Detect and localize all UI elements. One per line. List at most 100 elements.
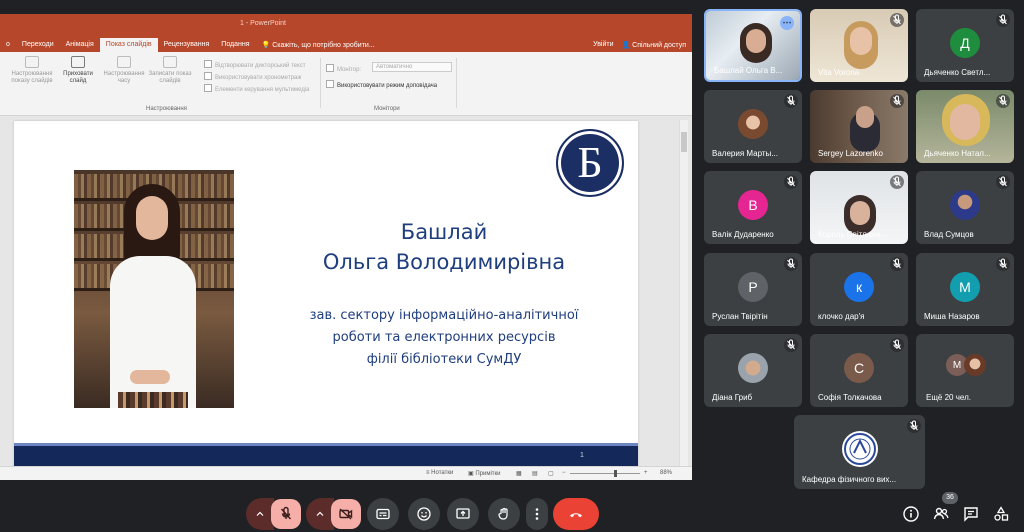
emoji-button[interactable] (408, 498, 440, 530)
participant-tile[interactable]: Король Світлана... (810, 171, 908, 244)
avatar: к (844, 272, 874, 302)
mic-off-icon (890, 338, 904, 352)
rehearse-timings-button[interactable]: Настроювання часу (102, 56, 146, 85)
ppt-tab-animations[interactable]: Анімація (60, 38, 100, 52)
comments-label: Примітки (475, 471, 501, 477)
present-screen-icon (456, 508, 470, 519)
hide-slide-button[interactable]: Приховати слайд (56, 56, 100, 85)
department-logo-icon (844, 433, 876, 465)
ppt-tab-transitions[interactable]: Переходи (16, 38, 60, 52)
hang-up-icon (570, 513, 582, 518)
participant-tile[interactable]: С Софія Толкачова (810, 334, 908, 407)
participant-tile[interactable]: В Валік Дударенко (704, 171, 802, 244)
participant-name: Діана Гриб (712, 393, 753, 402)
activities-button[interactable] (992, 505, 1010, 523)
ppt-tab-view[interactable]: Подання (215, 38, 255, 52)
participant-tile[interactable]: к клочко дар'я (810, 253, 908, 326)
participant-name: клочко дар'я (818, 312, 865, 321)
media-controls-checkbox[interactable]: Елементи керування мультимедіа (204, 84, 310, 93)
participant-tile[interactable]: Р Руслан Твірітін (704, 253, 802, 326)
meeting-info-button[interactable] (902, 505, 920, 523)
ppt-sign-in[interactable]: Увійти (593, 41, 613, 49)
normal-view-icon[interactable]: ▦ (516, 470, 522, 477)
mic-off-icon (890, 94, 904, 108)
ppt-tab-0[interactable]: о (0, 38, 16, 52)
ppt-tell-me[interactable]: 💡 Скажіть, що потрібно зробити... (256, 38, 375, 52)
mic-toggle-button[interactable] (271, 499, 301, 529)
play-narrations-checkbox[interactable]: Відтворювати дикторський текст (204, 60, 305, 69)
zoom-slider[interactable] (570, 473, 640, 474)
more-options-icon[interactable]: ⋯ (780, 16, 794, 30)
participant-tile[interactable]: Кафедра фізичного вих... (794, 415, 925, 489)
ppt-tab-slideshow[interactable]: Показ слайдів (99, 38, 158, 52)
mic-off-icon (890, 175, 904, 189)
sorter-view-icon[interactable]: ▤ (532, 470, 538, 477)
camera-toggle-button[interactable] (331, 499, 361, 529)
present-screen-button[interactable] (447, 498, 479, 530)
mic-off-icon (784, 175, 798, 189)
avatar (738, 109, 768, 139)
more-vert-icon (535, 508, 539, 520)
avatar: С (844, 353, 874, 383)
zoom-level[interactable]: 88% (660, 470, 672, 476)
zoom-in-icon[interactable]: + (644, 470, 648, 476)
position-line: філії бібліотеки СумДУ (366, 352, 522, 367)
participant-name: Дьяченко Натал... (924, 149, 991, 158)
vertical-scrollbar[interactable] (679, 120, 688, 466)
participant-tile[interactable]: М Миша Назаров (916, 253, 1014, 326)
participant-tile[interactable]: Влад Сумцов (916, 171, 1014, 244)
monitor-label: Монітор: (326, 64, 361, 73)
comments-button[interactable]: ▣ Примітки (468, 470, 501, 477)
speaker-photo (74, 170, 234, 408)
participant-name: Влад Сумцов (924, 230, 974, 239)
notes-button[interactable]: ≡ Нотатки (426, 470, 453, 476)
use-timings-checkbox[interactable]: Використовувати хронометраж (204, 72, 301, 81)
ppt-ribbon: Настроювання показу слайдів Приховати сл… (0, 52, 692, 116)
raise-hand-button[interactable] (488, 498, 520, 530)
participant-count-badge: 36 (942, 492, 958, 504)
participant-name: Vita Vorona (818, 68, 860, 77)
chevron-up-icon (256, 511, 264, 516)
participant-tile[interactable]: Д Дьяченко Светл... (916, 9, 1014, 82)
emoji-icon (417, 507, 431, 521)
mic-off-icon (996, 257, 1010, 271)
video-options-button[interactable] (306, 498, 334, 530)
avatar (738, 353, 768, 383)
zoom-slider-knob[interactable] (614, 470, 617, 477)
monitor-select[interactable]: Автоматично (372, 62, 452, 72)
reading-view-icon[interactable]: ▢ (548, 470, 554, 477)
camera-off-icon (339, 508, 353, 520)
person-face (136, 196, 168, 240)
setup-slideshow-button[interactable]: Настроювання показу слайдів (10, 56, 54, 85)
audio-options-button[interactable] (246, 498, 274, 530)
more-options-button[interactable] (526, 498, 548, 530)
ppt-tab-review[interactable]: Рецензування (158, 38, 216, 52)
department-logo (842, 431, 878, 467)
presenter-view-checkbox[interactable]: Використовувати режим доповідача (326, 80, 437, 89)
chat-button[interactable] (962, 505, 980, 523)
camera-face (746, 29, 766, 53)
participant-tile[interactable]: ⋯ Башлай Ольга В... (704, 9, 802, 82)
camera-face (850, 201, 870, 225)
person-blouse (110, 256, 196, 408)
camera-face (856, 106, 874, 128)
mic-off-icon (996, 175, 1010, 189)
participant-tile[interactable]: Vita Vorona (810, 9, 908, 82)
participant-name: Дьяченко Светл... (924, 68, 991, 77)
record-slideshow-button[interactable]: Записати показ слайдів (148, 56, 192, 85)
mic-off-icon (996, 13, 1010, 27)
more-participants-tile[interactable]: М Ещё 20 чел. (916, 334, 1014, 407)
leave-call-button[interactable] (553, 498, 599, 530)
zoom-out-icon[interactable]: − (562, 470, 566, 476)
participant-tile[interactable]: Діана Гриб (704, 334, 802, 407)
scrollbar-thumb[interactable] (681, 132, 687, 152)
mic-off-icon (784, 338, 798, 352)
participant-tile[interactable]: Sergey Lazorenko (810, 90, 908, 163)
rehearse-timings-label: Настроювання часу (103, 71, 145, 84)
participant-tile[interactable]: Дьяченко Натал... (916, 90, 1014, 163)
participant-tile[interactable]: Валерия Марты... (704, 90, 802, 163)
captions-button[interactable] (367, 498, 399, 530)
participants-button[interactable] (932, 505, 950, 523)
ppt-account-area: Увійти 👤 Спільний доступ (593, 41, 686, 49)
ppt-share-button[interactable]: 👤 Спільний доступ (622, 41, 687, 49)
